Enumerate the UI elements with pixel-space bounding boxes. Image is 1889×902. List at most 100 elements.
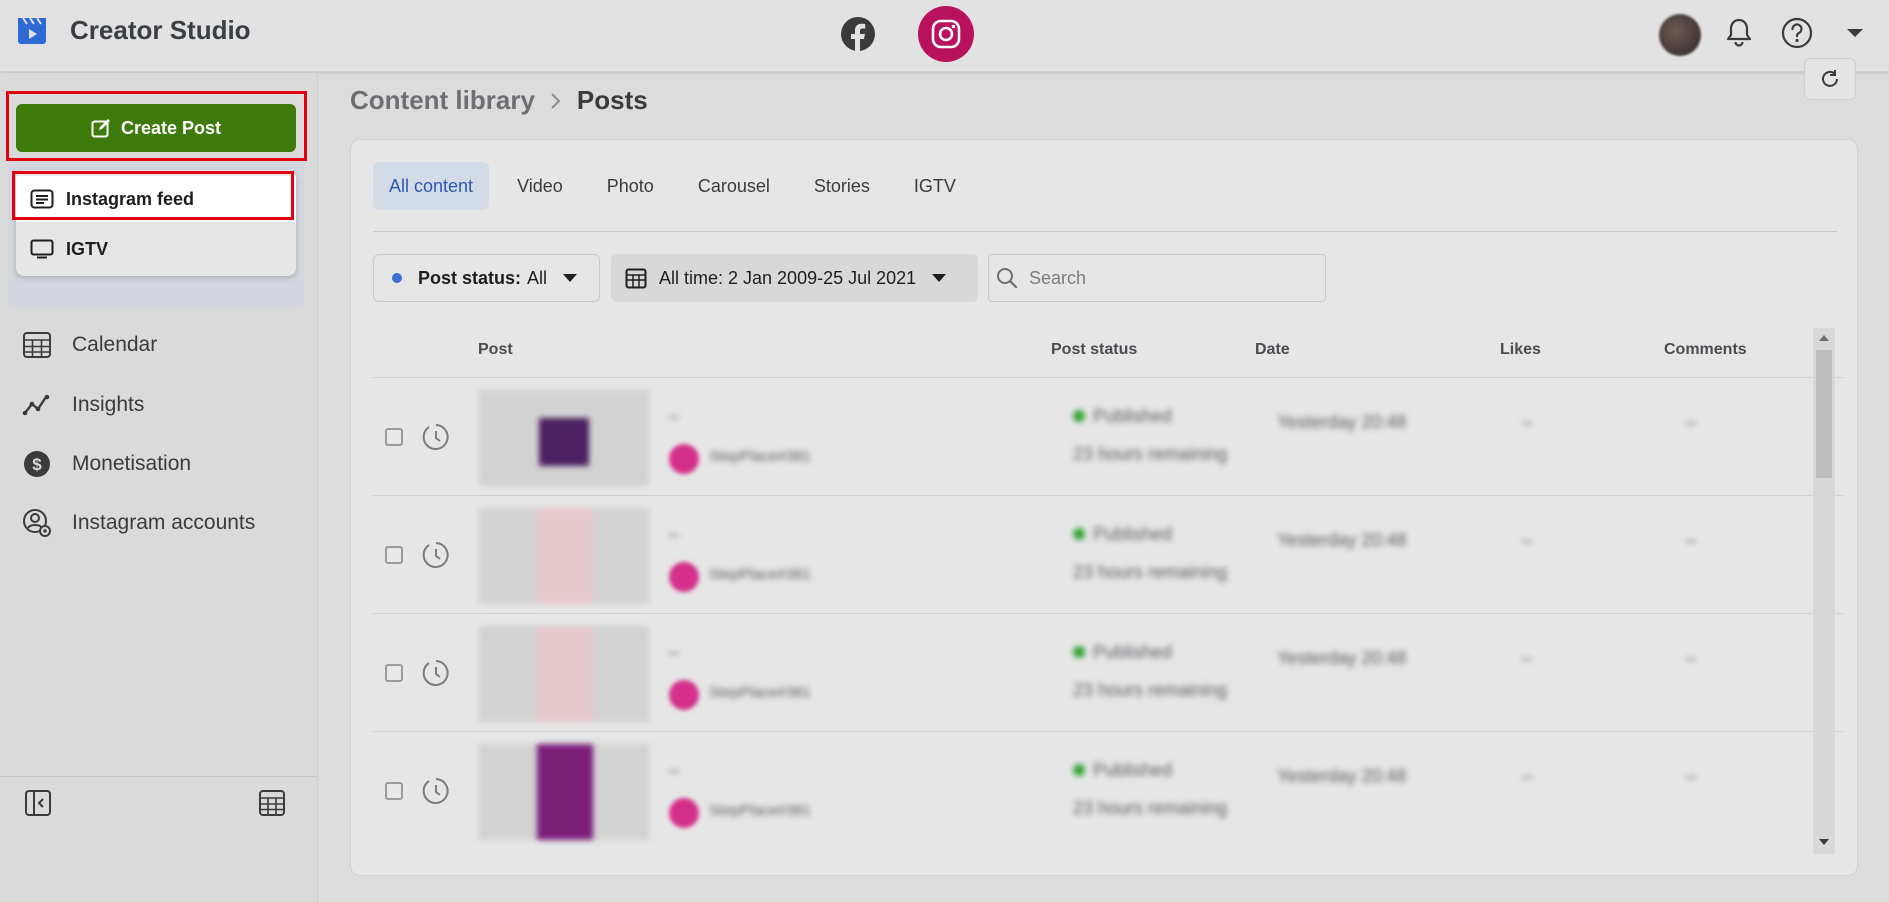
instagram-switch[interactable]: [918, 6, 974, 62]
post-status-label: Post status:: [418, 267, 522, 288]
post-likes: –: [1522, 648, 1533, 668]
post-remaining: 23 hours remaining: [1073, 562, 1228, 582]
table-row[interactable]: – StepPlace#381 Published 23 hours remai…: [373, 377, 1843, 495]
svg-text:$: $: [32, 455, 42, 474]
column-header-post[interactable]: Post: [478, 341, 513, 359]
post-status: Published: [1073, 760, 1172, 781]
sidebar-item-insights[interactable]: Insights: [22, 385, 144, 425]
caret-down-icon: [932, 274, 947, 282]
sidebar-item-calendar[interactable]: Calendar: [22, 325, 157, 365]
chevron-down-icon[interactable]: [1838, 16, 1872, 50]
create-post-button[interactable]: Create Post: [16, 104, 296, 152]
post-comments: –: [1686, 530, 1697, 550]
search-input[interactable]: [1029, 267, 1299, 289]
scroll-up-icon[interactable]: [1818, 334, 1830, 342]
clock-icon: [422, 778, 449, 804]
post-account: StepPlace#381: [709, 802, 811, 819]
calendar-icon[interactable]: [258, 789, 286, 817]
post-comments: –: [1686, 648, 1697, 668]
calendar-icon: [23, 332, 51, 358]
date-range-filter[interactable]: All time: 2 Jan 2009-25 Jul 2021: [611, 254, 978, 302]
row-checkbox[interactable]: [385, 664, 403, 682]
post-thumbnail[interactable]: [479, 508, 649, 604]
row-checkbox[interactable]: [385, 428, 403, 446]
post-title: –: [669, 760, 680, 780]
tab-photo[interactable]: Photo: [591, 162, 670, 210]
post-date: Yesterday 20:48: [1277, 766, 1407, 786]
help-icon[interactable]: [1780, 16, 1814, 50]
post-comments: –: [1686, 766, 1697, 786]
post-likes: –: [1522, 412, 1533, 432]
sidebar-item-label: Instagram accounts: [72, 511, 256, 534]
table-row[interactable]: – StepPlace#381 Published 23 hours remai…: [373, 613, 1843, 731]
post-comments: –: [1686, 412, 1697, 432]
row-checkbox[interactable]: [385, 546, 403, 564]
avatar[interactable]: [1659, 14, 1701, 56]
instagram-feed-highlight: [12, 171, 294, 220]
clapperboard-icon: [18, 17, 46, 44]
scroll-thumb[interactable]: [1816, 350, 1832, 478]
column-header-comments[interactable]: Comments: [1664, 341, 1747, 359]
tab-video[interactable]: Video: [501, 162, 579, 210]
scroll-down-icon[interactable]: [1818, 838, 1830, 846]
brand[interactable]: Creator Studio: [16, 14, 251, 46]
facebook-icon[interactable]: [840, 16, 876, 52]
post-date: Yesterday 20:48: [1277, 648, 1407, 668]
menu-item-label: IGTV: [66, 238, 109, 259]
edit-icon: [91, 119, 110, 138]
column-header-date[interactable]: Date: [1255, 341, 1290, 359]
refresh-button[interactable]: [1804, 58, 1856, 100]
post-status: Published: [1073, 524, 1172, 545]
post-likes: –: [1522, 766, 1533, 786]
tab-carousel[interactable]: Carousel: [682, 162, 786, 210]
sidebar-item-label: Insights: [72, 393, 145, 416]
caret-down-icon: [563, 274, 578, 282]
post-status: Published: [1073, 642, 1172, 663]
search-icon: [997, 268, 1018, 289]
status-dot-icon: [392, 273, 402, 283]
bell-icon[interactable]: [1722, 16, 1756, 50]
post-status-filter[interactable]: Post status: All: [373, 254, 600, 302]
sidebar-item-monetisation[interactable]: $ Monetisation: [22, 444, 191, 484]
tabs-divider: [373, 231, 1837, 232]
collapse-sidebar-icon[interactable]: [24, 789, 52, 817]
column-header-post-status[interactable]: Post status: [1051, 341, 1137, 359]
post-title: –: [669, 642, 680, 662]
tab-igtv[interactable]: IGTV: [898, 162, 972, 210]
table-scrollbar[interactable]: [1813, 328, 1835, 854]
top-bar: Creator Studio: [0, 0, 1889, 72]
account-avatar: [669, 798, 699, 828]
post-status: Published: [1073, 406, 1172, 427]
menu-item-igtv[interactable]: IGTV: [16, 226, 296, 272]
column-header-likes[interactable]: Likes: [1500, 341, 1541, 359]
row-checkbox[interactable]: [385, 782, 403, 800]
tab-stories[interactable]: Stories: [798, 162, 886, 210]
table-row[interactable]: – StepPlace#381 Published 23 hours remai…: [373, 731, 1843, 849]
dollar-icon: $: [24, 451, 50, 477]
account-avatar: [669, 562, 699, 592]
content-panel: All content Video Photo Carousel Stories…: [350, 139, 1858, 876]
post-thumbnail[interactable]: [479, 390, 649, 486]
post-title: –: [669, 406, 680, 426]
sidebar-item-label: Monetisation: [72, 452, 192, 475]
post-remaining: 23 hours remaining: [1073, 444, 1228, 464]
account-settings-icon: [23, 509, 51, 537]
post-account: StepPlace#381: [709, 566, 811, 583]
date-range-label: All time: 2 Jan 2009-25 Jul 2021: [659, 267, 917, 288]
tab-all-content[interactable]: All content: [373, 162, 490, 210]
breadcrumb-parent[interactable]: Content library: [350, 85, 535, 116]
breadcrumb: Content library Posts: [350, 85, 648, 116]
clock-icon: [422, 424, 449, 450]
calendar-icon: [625, 268, 647, 289]
instagram-icon: [931, 19, 961, 49]
table-row[interactable]: – StepPlace#381 Published 23 hours remai…: [373, 495, 1843, 613]
post-likes: –: [1522, 530, 1533, 550]
post-title: –: [669, 524, 680, 544]
post-account: StepPlace#381: [709, 684, 811, 701]
clock-icon: [422, 660, 449, 686]
post-thumbnail[interactable]: [479, 626, 649, 722]
post-thumbnail[interactable]: [479, 744, 649, 840]
account-avatar: [669, 444, 699, 474]
clock-icon: [422, 542, 449, 568]
sidebar-item-instagram-accounts[interactable]: Instagram accounts: [22, 503, 255, 543]
